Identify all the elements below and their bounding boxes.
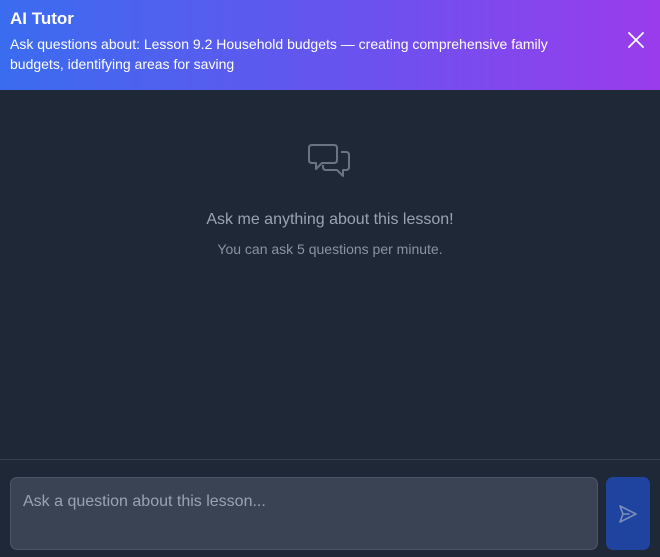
chat-messages-area: Ask me anything about this lesson! You c… <box>0 90 660 459</box>
close-icon <box>628 32 644 48</box>
empty-state: Ask me anything about this lesson! You c… <box>0 140 660 258</box>
question-input[interactable] <box>10 477 598 550</box>
header-title: AI Tutor <box>10 9 74 28</box>
close-button[interactable] <box>624 28 648 52</box>
header-subtitle: Ask questions about: Lesson 9.2 Househol… <box>10 36 548 72</box>
chat-bubbles-icon <box>308 144 350 177</box>
composer-bar <box>0 459 660 557</box>
empty-state-title: Ask me anything about this lesson! <box>206 211 454 228</box>
chat-header: AI Tutor Ask questions about: Lesson 9.2… <box>0 0 660 90</box>
empty-state-subtitle: You can ask 5 questions per minute. <box>217 241 443 257</box>
send-icon <box>619 504 637 523</box>
send-button[interactable] <box>606 477 650 550</box>
